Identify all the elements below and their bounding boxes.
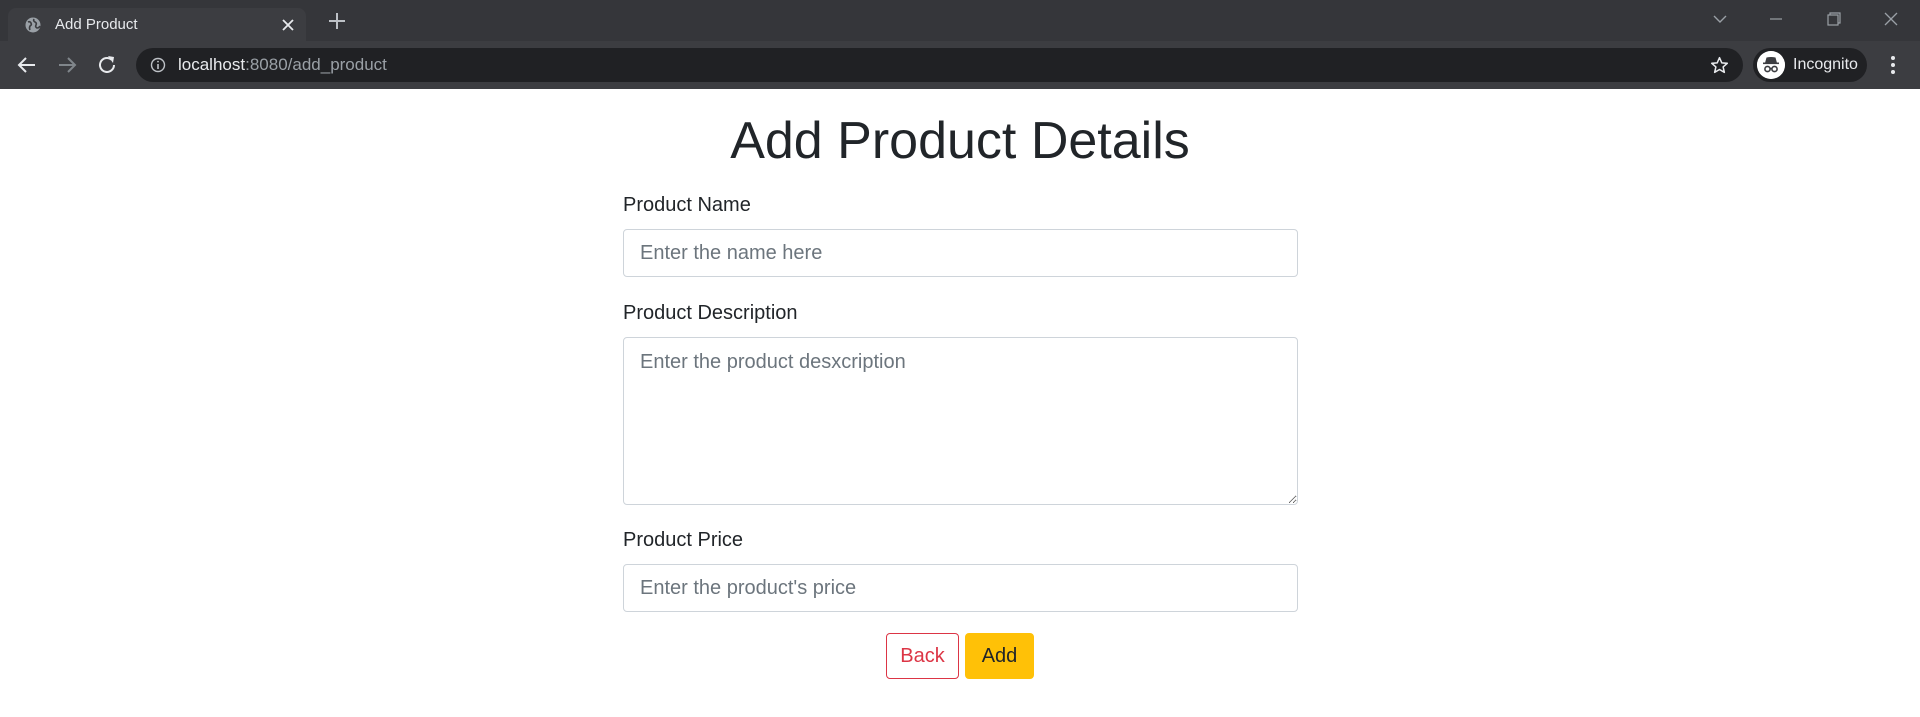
add-button[interactable]: Add [965,633,1034,679]
info-icon[interactable] [150,57,166,73]
back-button[interactable]: Back [886,633,959,679]
address-url[interactable]: localhost:8080/add_product [178,56,387,74]
profile-label: Incognito [1793,56,1858,73]
address-bar[interactable]: localhost:8080/add_product [136,48,1743,82]
kebab-menu-icon[interactable] [1883,54,1903,76]
product-price-input[interactable] [623,564,1298,612]
close-icon[interactable] [282,19,294,31]
product-name-label: Product Name [623,194,751,216]
arrow-left-icon[interactable] [16,54,38,76]
window-close-icon[interactable] [1882,10,1900,28]
product-description-label: Product Description [623,302,798,324]
product-name-input[interactable] [623,229,1298,277]
url-host: localhost [178,55,246,74]
product-description-textarea[interactable] [623,337,1298,505]
star-icon[interactable] [1710,56,1729,75]
reload-icon[interactable] [96,54,118,76]
restore-icon[interactable] [1825,10,1843,28]
page-title: Add Product Details [730,112,1190,170]
browser-toolbar: localhost:8080/add_product Incognito [0,41,1920,89]
product-price-label: Product Price [623,529,744,551]
globe-icon [25,17,41,33]
plus-icon[interactable] [328,12,346,30]
incognito-badge[interactable]: Incognito [1753,48,1867,82]
incognito-icon [1757,51,1785,79]
url-path: :8080/add_product [245,55,387,74]
browser-tab[interactable]: Add Product [8,8,306,41]
tab-strip: Add Product [0,0,1920,41]
tab-search-chevron-icon[interactable] [1711,10,1729,28]
arrow-right-icon[interactable] [56,54,78,76]
minimize-icon[interactable] [1767,10,1785,28]
tab-title: Add Product [55,16,138,33]
